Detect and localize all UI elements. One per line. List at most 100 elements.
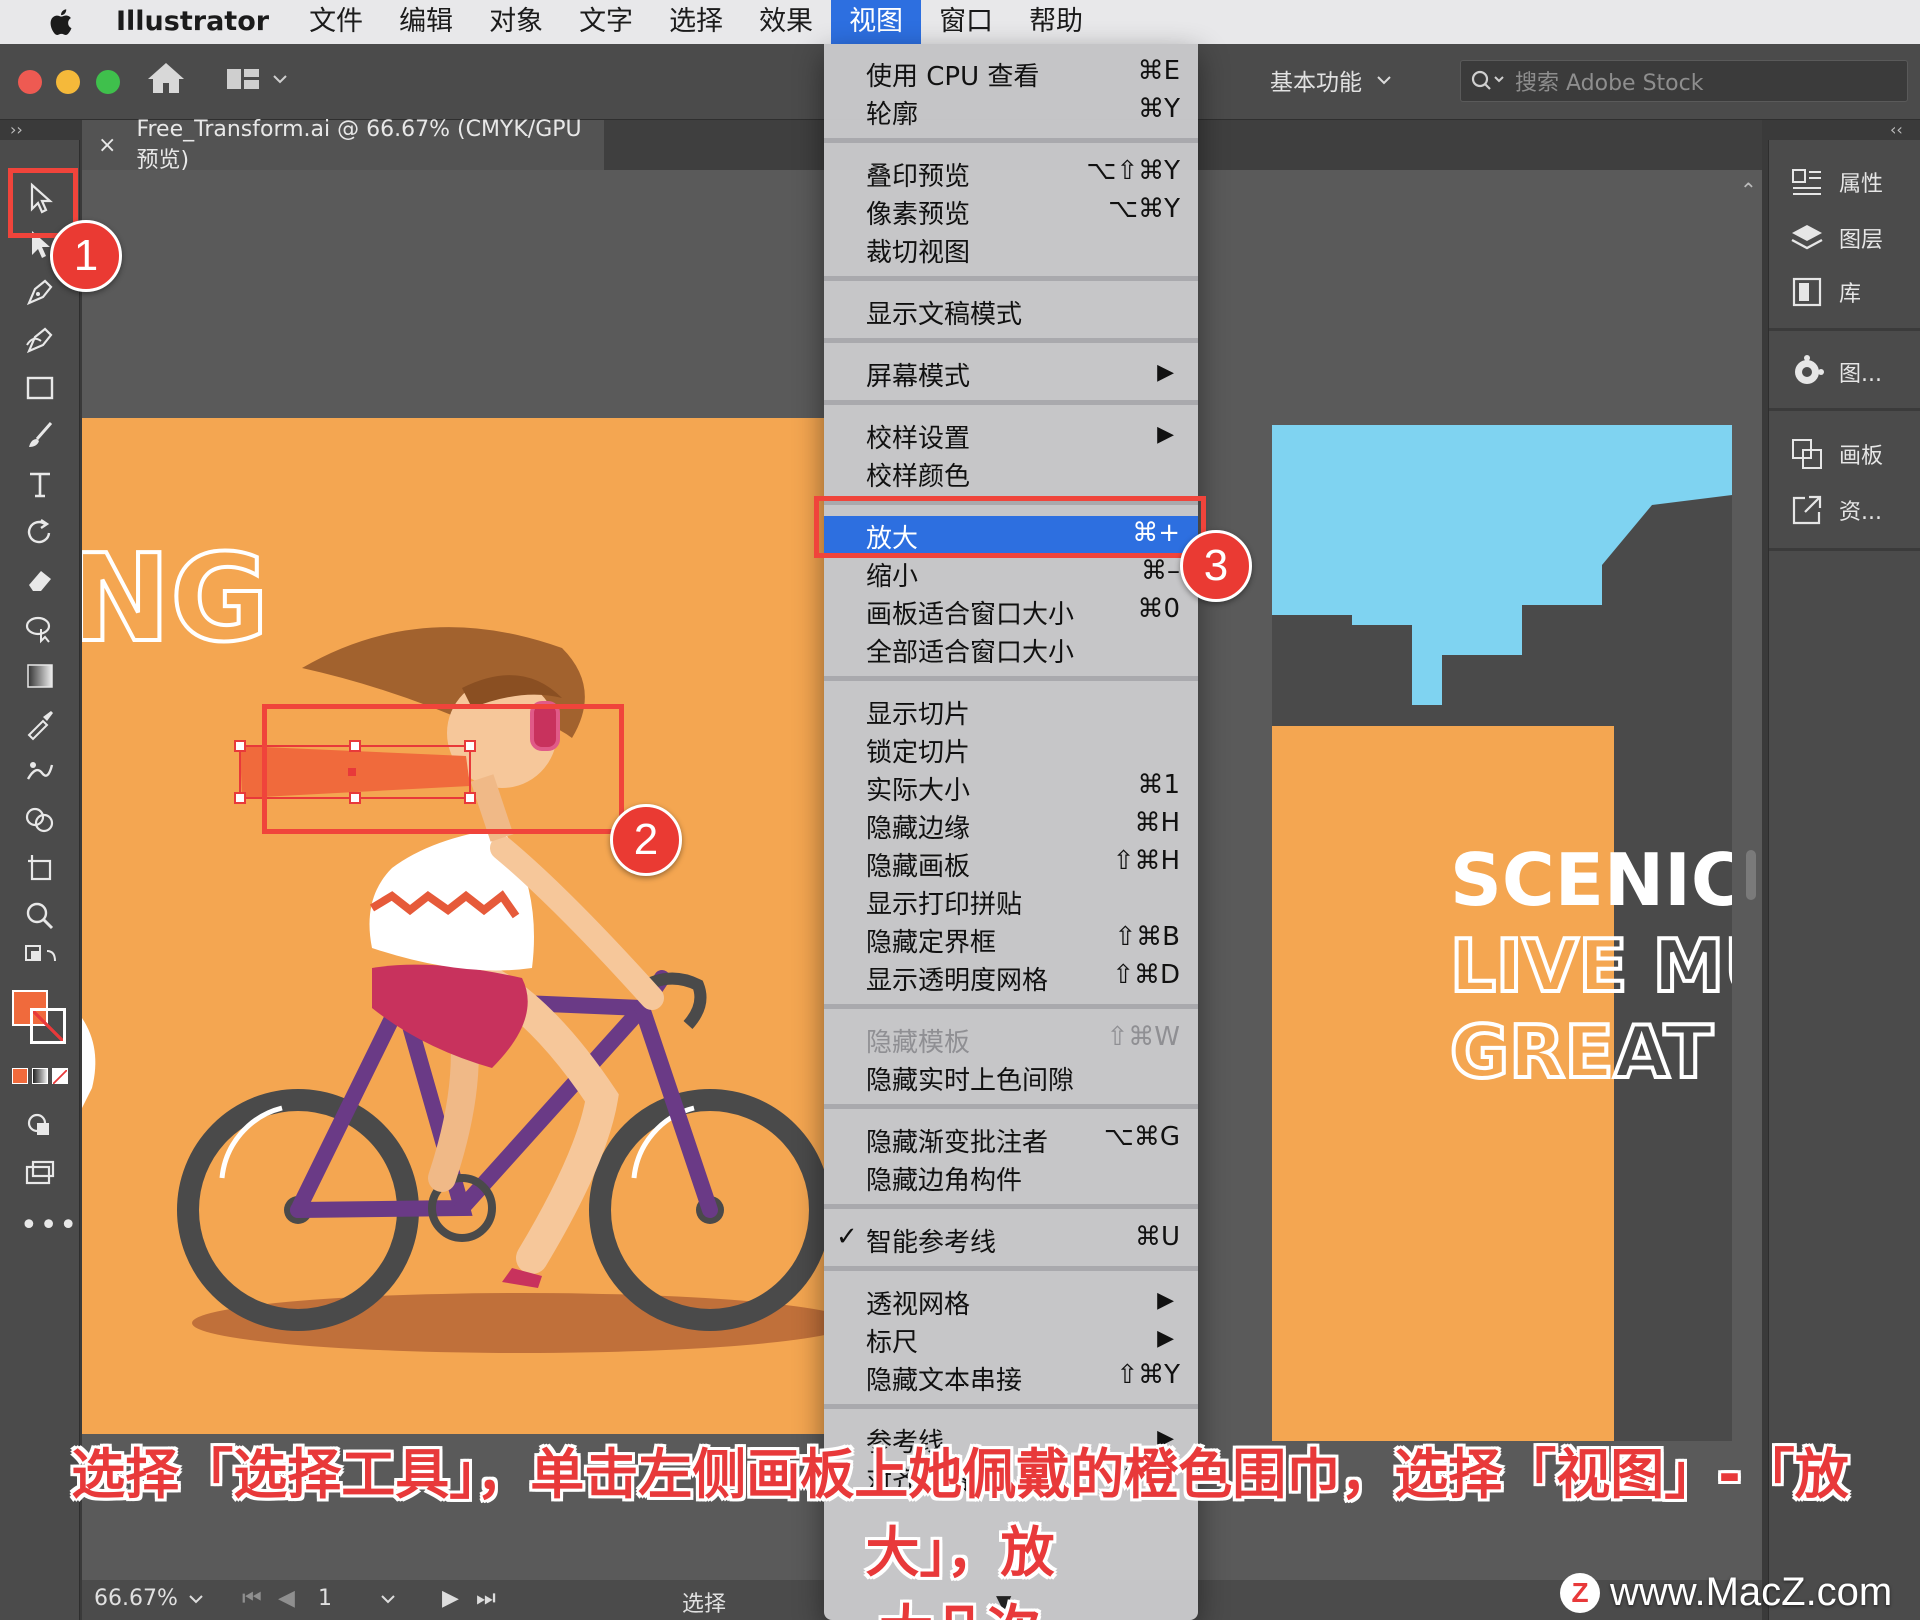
view-menu-item-shortcut: ⌘U (1134, 1222, 1180, 1252)
libraries-panel-button[interactable]: 库 (1789, 274, 1861, 310)
stock-search-input[interactable]: 搜索 Adobe Stock (1460, 60, 1908, 102)
view-menu-item-shortcut: ⇧⌘W (1106, 1022, 1181, 1052)
view-menu-item[interactable]: 隐藏边缘 ⌘H (824, 806, 1198, 844)
view-menu-item[interactable]: 全部适合窗口大小 (824, 630, 1198, 668)
apple-icon[interactable] (40, 4, 80, 40)
view-menu-item-label: 隐藏模板 (866, 1028, 971, 1058)
view-menu-item[interactable]: 透视网格 ▶ (824, 1282, 1198, 1320)
city-artwork[interactable]: SCENIC LIVE MU GREAT (1272, 425, 1732, 1441)
view-menu-item-label: 裁切视图 (866, 238, 971, 268)
view-menu-item[interactable]: 标尺 ▶ (824, 1320, 1198, 1358)
close-window-button[interactable] (18, 70, 42, 94)
menu-type[interactable]: 文字 (561, 0, 651, 44)
view-menu-item[interactable]: 锁定切片 (824, 730, 1198, 768)
menu-edit[interactable]: 编辑 (381, 0, 471, 44)
cyclist-artwork[interactable]: NG (82, 418, 824, 1434)
view-menu-item[interactable]: 隐藏实时上色间隙 (824, 1058, 1198, 1096)
view-menu-item[interactable]: 隐藏定界框 ⇧⌘B (824, 920, 1198, 958)
menu-effect[interactable]: 效果 (741, 0, 831, 44)
watermark-text: www.MacZ.com (1610, 1570, 1893, 1614)
pen-tool[interactable] (20, 272, 60, 312)
zoom-window-button[interactable] (96, 70, 120, 94)
view-menu-item[interactable]: 隐藏画板 ⇧⌘H (824, 844, 1198, 882)
artboards-icon (1792, 439, 1822, 469)
view-menu-item[interactable]: 校样设置 ▶ (824, 416, 1198, 454)
view-menu-item[interactable]: 显示打印拼贴 (824, 882, 1198, 920)
type-tool[interactable] (20, 464, 60, 504)
screen-mode-button[interactable] (20, 1154, 60, 1194)
appearance-panel-label: 图... (1839, 362, 1882, 387)
rectangle-tool[interactable] (20, 368, 60, 408)
menu-object[interactable]: 对象 (471, 0, 561, 44)
close-tab-icon[interactable]: × (98, 133, 116, 158)
eraser-tool[interactable] (20, 560, 60, 600)
appearance-panel-button[interactable]: 图... (1789, 354, 1882, 390)
rotate-tool[interactable] (20, 512, 60, 552)
scroll-up-icon[interactable]: ⌃ (1740, 178, 1757, 202)
shape-builder-tool[interactable] (20, 800, 60, 840)
stroke-color-swatch[interactable] (30, 1008, 66, 1044)
view-menu-item-label: 校样颜色 (866, 462, 971, 492)
artboard-icon (28, 855, 52, 881)
view-menu-item[interactable]: 实际大小 ⌘1 (824, 768, 1198, 806)
menu-view[interactable]: 视图 (831, 0, 922, 44)
arrange-documents-button[interactable] (226, 62, 300, 96)
view-menu-item[interactable]: 叠印预览 ⌥⇧⌘Y (824, 154, 1198, 192)
view-menu-item-label: 全部适合窗口大小 (866, 638, 1075, 668)
view-menu-item[interactable]: 显示透明度网格 ⇧⌘D (824, 958, 1198, 996)
view-menu-item: 隐藏模板 ⇧⌘W (824, 1020, 1198, 1058)
menu-select[interactable]: 选择 (651, 0, 741, 44)
zoom-tool[interactable] (20, 896, 60, 936)
menu-window[interactable]: 窗口 (921, 0, 1011, 44)
artboard-right[interactable]: SCENIC LIVE MU GREAT (1272, 425, 1732, 1441)
annotation-badge-2: 2 (610, 804, 682, 876)
paintbrush-tool[interactable] (20, 416, 60, 456)
artboards-panel-button[interactable]: 画板 (1789, 436, 1883, 472)
view-menu-item[interactable]: 校样颜色 (824, 454, 1198, 492)
artboard-left[interactable]: NG (82, 418, 824, 1434)
drawing-mode-button[interactable] (20, 1106, 60, 1146)
properties-icon (1792, 169, 1821, 195)
menu-separator (824, 1104, 1198, 1109)
puppet-warp-tool[interactable] (20, 752, 60, 792)
rectangle-icon (26, 376, 54, 400)
layers-panel-button[interactable]: 图层 (1789, 220, 1883, 256)
view-menu-item-shortcut: ⇧⌘Y (1116, 1360, 1180, 1390)
view-menu-item[interactable]: 画板适合窗口大小 ⌘0 (824, 592, 1198, 630)
collapse-left-panel-icon[interactable]: ›› (10, 120, 23, 139)
free-transform-tool[interactable] (20, 608, 60, 648)
collapse-right-panel-icon[interactable]: ‹‹ (1890, 120, 1903, 139)
view-menu-item[interactable]: 隐藏渐变批注者 ⌥⌘G (824, 1120, 1198, 1158)
artboard-tool[interactable] (20, 848, 60, 888)
properties-panel-button[interactable]: 属性 (1789, 164, 1883, 200)
view-menu-item[interactable]: 缩小 ⌘– (824, 554, 1198, 592)
document-tab[interactable]: × Free_Transform.ai @ 66.67% (CMYK/GPU 预… (82, 117, 604, 173)
gradient-tool[interactable] (20, 656, 60, 696)
view-menu-item[interactable]: ✓ 智能参考线 ⌘U (824, 1220, 1198, 1258)
submenu-arrow-icon: ▶ (1157, 360, 1174, 385)
more-tools-icon[interactable]: ••• (20, 1208, 79, 1243)
view-menu-item[interactable]: 隐藏边角构件 (824, 1158, 1198, 1196)
menu-app-name[interactable]: Illustrator (110, 0, 291, 44)
workspace-switcher[interactable]: 基本功能 (1270, 58, 1392, 102)
menu-separator (824, 676, 1198, 681)
vertical-scrollbar-thumb[interactable] (1746, 850, 1756, 900)
eyedropper-tool[interactable] (20, 704, 60, 744)
view-menu-item[interactable]: 隐藏文本串接 ⇧⌘Y (824, 1358, 1198, 1396)
curvature-tool[interactable] (20, 320, 60, 360)
view-menu-item[interactable]: 显示文稿模式 (824, 292, 1198, 330)
asset-export-panel-button[interactable]: 资... (1789, 492, 1882, 528)
view-menu-item[interactable]: 轮廓 ⌘Y (824, 92, 1198, 130)
view-menu-item[interactable]: 显示切片 (824, 692, 1198, 730)
minimize-window-button[interactable] (56, 70, 80, 94)
view-menu-item[interactable]: 像素预览 ⌥⌘Y (824, 192, 1198, 230)
color-mode-buttons[interactable] (12, 1068, 68, 1085)
menu-separator (824, 1404, 1198, 1409)
view-menu-item[interactable]: 使用 CPU 查看 ⌘E (824, 54, 1198, 92)
view-menu-item[interactable]: 屏幕模式 ▶ (824, 354, 1198, 392)
menu-help[interactable]: 帮助 (1011, 0, 1101, 44)
home-icon[interactable] (146, 60, 192, 100)
menu-file[interactable]: 文件 (291, 0, 381, 44)
view-menu-item[interactable]: 裁切视图 (824, 230, 1198, 268)
swap-fill-stroke-button[interactable] (20, 940, 60, 980)
